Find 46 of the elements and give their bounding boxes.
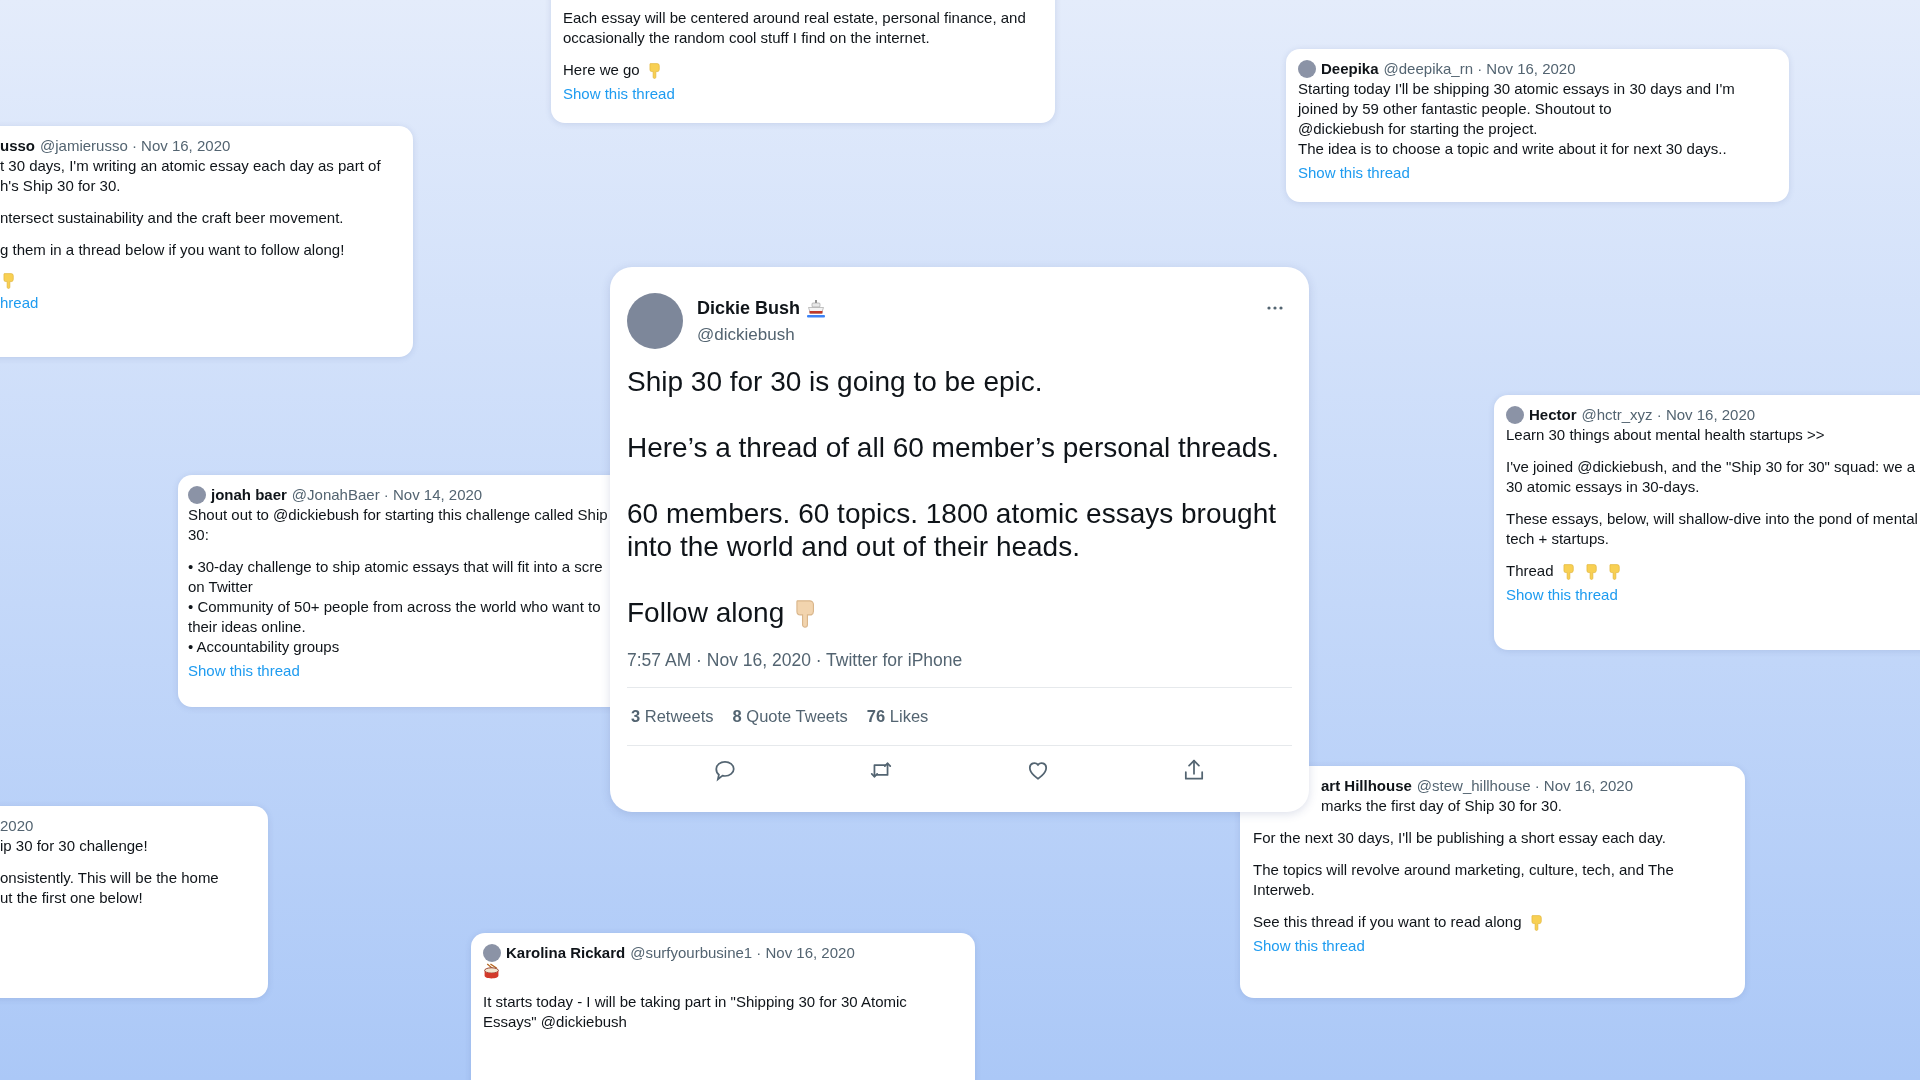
tweet-meta: 7:57 AM · Nov 16, 2020 · Twitter for iPhone (627, 647, 1292, 689)
tweet-text: g them in a thread below if you want to follow along! (0, 240, 345, 260)
tweet-text: Each essay will be centered around real estate, personal finance, and occasionally the random cool stuff I find on the internet. (563, 8, 1026, 48)
tweet-text: ip 30 for 30 challenge! (0, 836, 148, 856)
stat-link[interactable]: 8 Quote Tweets (732, 704, 848, 729)
tweet-text: Follow along (627, 596, 785, 629)
tweet-text: Shout out to @dickiebush for starting this challenge called Ship 30: (188, 505, 608, 545)
tweet-text: Learn 30 things about mental health startups >> (1506, 425, 1825, 445)
tweet-text: onsistently. This will be the home ut the first one below! (0, 868, 219, 908)
handle-and-date: @JonahBaer · Nov 14, 2020 (291, 484, 483, 505)
user-name[interactable]: Hector (1529, 403, 1577, 427)
tweet-text: Thread (1506, 561, 1554, 581)
handle-and-date: @hctr_xyz · Nov 16, 2020 (1581, 404, 1756, 425)
stat-link[interactable]: 76 Likes (866, 704, 929, 729)
drum-icon (483, 963, 500, 980)
tweet-text: Here’s a thread of all 60 member’s personal threads. (627, 431, 1280, 464)
user-name[interactable]: Dickie Bush (697, 295, 801, 322)
user-name[interactable]: usso (0, 134, 35, 158)
user-name[interactable]: art Hillhouse (1321, 774, 1412, 798)
tweet-text: See this thread if you want to read along (1253, 912, 1522, 932)
tweet-text: Here we go (563, 60, 640, 80)
user-name[interactable]: Deepika (1321, 57, 1379, 81)
tweet-text: These essays, below, will shallow-dive into the pond of mental tech + startups. (1506, 509, 1918, 549)
stat-link[interactable]: 3 Retweets (631, 704, 714, 729)
tweet-text: t 30 days, I'm writing an atomic essay each day as part of h's Ship 30 for 30. (0, 156, 381, 196)
tweet-text: For the next 30 days, I'll be publishing a short essay each day. (1253, 828, 1666, 848)
handle-and-date: @deepika_rn · Nov 16, 2020 (1383, 58, 1576, 79)
tweet-text: • 30-day challenge to ship atomic essays that will fit into a scre on Twitter • Community of 50+ people from across the world who want to their ideas online. • Accountability groups (188, 557, 603, 657)
tweet-text: Ship 30 for 30 is going to be epic. (627, 365, 1043, 398)
tweet-text: Starting today I'll be shipping 30 atomic essays in 30 days and I'm joined by 59 other fantastic people. Shoutout to @dickiebush for starting the project. The idea is to choose a topic and write about it for next 30 days.. (1298, 79, 1735, 159)
user-handle[interactable]: @dickiebush (697, 322, 827, 348)
user-name[interactable]: Karolina Rickard (506, 941, 626, 965)
handle-and-date: @surfyourbusine1 · Nov 16, 2020 (630, 942, 855, 963)
handle-and-date: @jamierusso · Nov 16, 2020 (40, 135, 231, 156)
tweet-text: ntersect sustainability and the craft beer movement. (0, 208, 344, 228)
pointing-down-hand-icon (0, 272, 17, 289)
handle-and-date: 2020 (0, 815, 34, 836)
ship-icon (806, 298, 827, 319)
tweet-text: 60 members. 60 topics. 1800 atomic essays brought into the world and out of their heads. (627, 497, 1276, 563)
tweet-text: marks the first day of Ship 30 for 30. (1321, 796, 1562, 816)
tweet-text: The topics will revolve around marketing, culture, tech, and The Interweb. (1253, 860, 1674, 900)
user-name[interactable]: jonah baer (211, 483, 287, 507)
avatar (627, 293, 683, 349)
handle-and-date: @stew_hillhouse · Nov 16, 2020 (1416, 775, 1634, 796)
tweet-text: I've joined @dickiebush, and the "Ship 30 for 30" squad: we a 30 atomic essays in 30-days. (1506, 457, 1915, 497)
tweet-text: It starts today - I will be taking part in "Shipping 30 for 30 Atomic Essays" @dickiebush (483, 992, 907, 1032)
